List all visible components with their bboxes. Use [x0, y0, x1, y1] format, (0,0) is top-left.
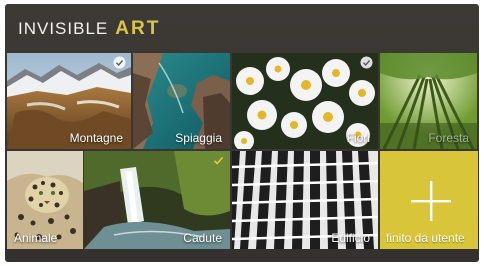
check-icon	[360, 56, 373, 69]
tile-cadute[interactable]: Cadute	[84, 151, 230, 249]
check-icon	[213, 156, 224, 165]
tile-animale[interactable]: Animale	[7, 151, 83, 249]
tile-label: Cadute	[183, 231, 222, 245]
tile-spiaggia[interactable]: Spiaggia	[133, 53, 230, 149]
tile-edificio[interactable]: Edificio	[232, 151, 378, 249]
tile-label: Montagne	[69, 131, 123, 145]
tile-foresta[interactable]: Foresta	[380, 53, 477, 149]
plus-icon	[411, 181, 451, 221]
check-icon	[113, 56, 126, 69]
tile-fiori[interactable]: Fiori	[232, 53, 378, 149]
tile-montagne[interactable]: Montagne	[7, 53, 131, 149]
app-logo: INVISIBLE ART	[18, 18, 161, 39]
custom-wallpaper-button[interactable]: finito da utente	[380, 151, 478, 249]
wallpaper-picker: INVISIBLE ART Montagne Spiaggia Fiori Fo…	[5, 4, 479, 262]
custom-wallpaper-label: finito da utente	[386, 231, 465, 245]
tile-label: Edificio	[331, 231, 370, 245]
tile-label: Fiori	[346, 131, 370, 145]
tile-label: Spiaggia	[175, 131, 222, 145]
brand-name-part2: ART	[115, 18, 161, 39]
brand-name-part1: INVISIBLE	[18, 19, 109, 38]
tile-label: Animale	[14, 231, 58, 245]
tile-label: Foresta	[428, 131, 469, 145]
